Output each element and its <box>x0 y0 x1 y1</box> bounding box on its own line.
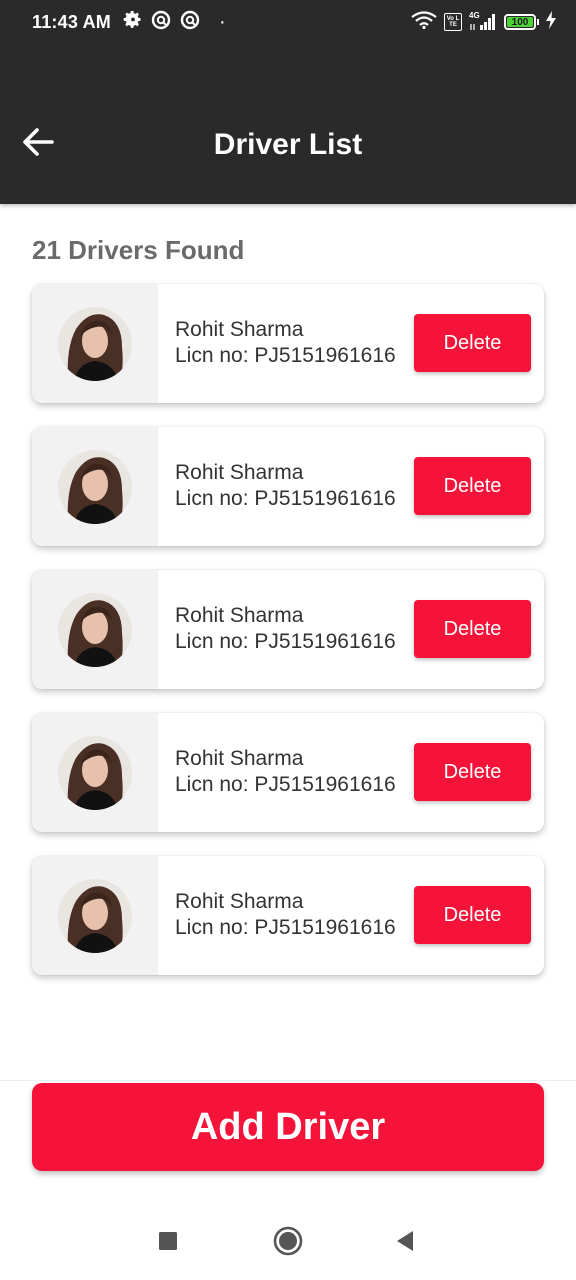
avatar-panel <box>32 284 158 403</box>
driver-card[interactable]: Rohit Sharma Licn no: PJ5151961616 Delet… <box>32 570 544 689</box>
battery-icon: 100 <box>504 14 539 30</box>
driver-license: Licn no: PJ5151961616 <box>175 916 396 939</box>
driver-info: Rohit Sharma Licn no: PJ5151961616 <box>175 746 396 798</box>
avatar-panel <box>32 713 158 832</box>
status-system-icons: Vo LTE 4G 100 <box>411 10 556 34</box>
system-nav-bar <box>0 1200 576 1280</box>
avatar-panel <box>32 570 158 689</box>
driver-avatar <box>58 878 132 953</box>
driver-license: Licn no: PJ5151961616 <box>175 344 396 367</box>
add-driver-button[interactable]: Add Driver <box>32 1083 544 1171</box>
recents-square-icon <box>158 1231 178 1256</box>
driver-license: Licn no: PJ5151961616 <box>175 773 396 796</box>
driver-card[interactable]: Rohit Sharma Licn no: PJ5151961616 Delet… <box>32 713 544 832</box>
driver-info: Rohit Sharma Licn no: PJ5151961616 <box>175 317 396 369</box>
driver-info: Rohit Sharma Licn no: PJ5151961616 <box>175 460 396 512</box>
driver-card[interactable]: Rohit Sharma Licn no: PJ5151961616 Delet… <box>32 284 544 403</box>
driver-card[interactable]: Rohit Sharma Licn no: PJ5151961616 Delet… <box>32 856 544 975</box>
signal-icon: 4G <box>469 11 497 32</box>
page-title: Driver List <box>213 128 363 161</box>
driver-avatar <box>58 306 132 381</box>
status-time: 11:43 AM <box>32 11 111 32</box>
circle-notification-icon <box>151 10 171 35</box>
recents-button[interactable] <box>151 1226 185 1260</box>
settings-gear-icon <box>123 10 142 34</box>
back-triangle-icon <box>395 1230 415 1257</box>
home-button[interactable] <box>271 1226 305 1260</box>
driver-license: Licn no: PJ5151961616 <box>175 630 396 653</box>
avatar-panel <box>32 856 158 975</box>
status-dot: · <box>218 10 226 33</box>
volte-icon: Vo LTE <box>444 13 462 31</box>
driver-info: Rohit Sharma Licn no: PJ5151961616 <box>175 889 396 941</box>
driver-avatar <box>58 735 132 810</box>
driver-name: Rohit Sharma <box>175 747 304 770</box>
driver-name: Rohit Sharma <box>175 461 304 484</box>
bottom-divider <box>0 1080 576 1081</box>
drivers-count-label: 21 Drivers Found <box>32 235 245 265</box>
wifi-icon <box>411 10 437 34</box>
delete-driver-button[interactable]: Delete <box>414 457 531 515</box>
status-bar: 11:43 AM · Vo LTE 4G 100 <box>0 0 576 44</box>
avatar-panel <box>32 427 158 546</box>
driver-card[interactable]: Rohit Sharma Licn no: PJ5151961616 Delet… <box>32 427 544 546</box>
driver-license: Licn no: PJ5151961616 <box>175 487 396 510</box>
delete-driver-button[interactable]: Delete <box>414 886 531 944</box>
app-bar: Driver List <box>0 44 576 204</box>
driver-avatar <box>58 592 132 667</box>
driver-list: Rohit Sharma Licn no: PJ5151961616 Delet… <box>32 284 544 999</box>
battery-level: 100 <box>507 17 533 28</box>
circle-notification-icon <box>180 10 200 35</box>
delete-driver-button[interactable]: Delete <box>414 600 531 658</box>
delete-driver-button[interactable]: Delete <box>414 314 531 372</box>
driver-name: Rohit Sharma <box>175 890 304 913</box>
driver-avatar <box>58 449 132 524</box>
home-circle-icon <box>273 1226 303 1261</box>
driver-name: Rohit Sharma <box>175 318 304 341</box>
status-notification-icons: · <box>123 10 226 35</box>
system-back-button[interactable] <box>388 1226 422 1260</box>
delete-driver-button[interactable]: Delete <box>414 743 531 801</box>
volte-label: Vo LTE <box>446 16 460 28</box>
driver-info: Rohit Sharma Licn no: PJ5151961616 <box>175 603 396 655</box>
driver-name: Rohit Sharma <box>175 604 304 627</box>
charging-bolt-icon <box>546 10 556 34</box>
